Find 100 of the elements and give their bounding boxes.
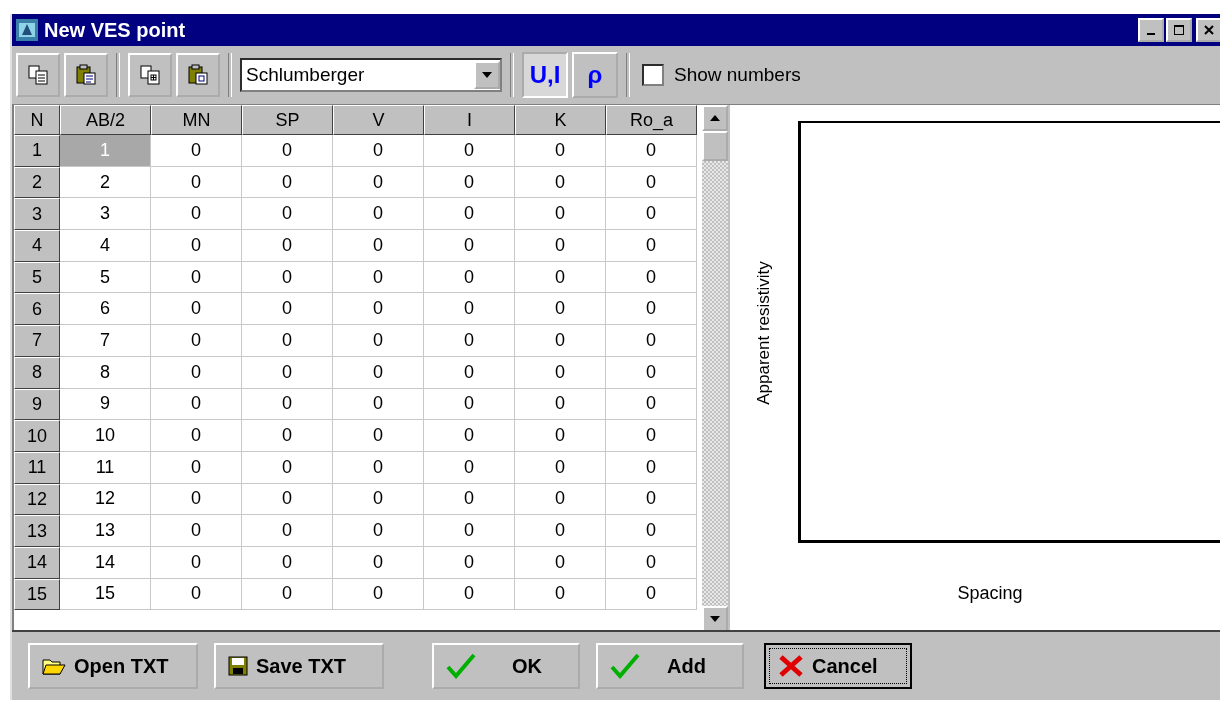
table-cell: 0	[424, 325, 515, 357]
table-cell: 0	[515, 420, 606, 452]
table-cell: 0	[333, 578, 424, 611]
column-header: N	[14, 105, 60, 135]
column-header: MN	[151, 105, 242, 135]
copy-icon	[27, 64, 49, 86]
copy-button[interactable]	[16, 53, 60, 97]
row-header: 13	[14, 515, 60, 547]
table-cell: 0	[424, 166, 515, 199]
row-header: 12	[14, 483, 60, 516]
table-cell: 0	[515, 578, 606, 611]
row-header: 4	[14, 230, 60, 262]
table-cell: 0	[242, 230, 333, 262]
table-cell: 0	[515, 388, 606, 421]
maximize-button[interactable]	[1166, 18, 1192, 42]
paste-table-button[interactable]	[176, 53, 220, 97]
table-cell: 0	[515, 261, 606, 294]
table-cell: 0	[606, 420, 697, 452]
array-type-dropdown[interactable]: Schlumberger	[240, 58, 502, 92]
checkbox-label: Show numbers	[674, 64, 801, 86]
table-cell: 0	[606, 135, 697, 167]
table-cell: 0	[333, 230, 424, 262]
table-cell: 0	[333, 451, 424, 484]
table-cell: 0	[424, 546, 515, 579]
mode-toggle-button[interactable]: ρ	[572, 52, 618, 98]
clipboard-table-icon	[187, 64, 209, 86]
column-header: K	[515, 105, 606, 135]
row-header: 10	[14, 420, 60, 452]
table-cell: 9	[60, 388, 151, 421]
table-cell: 14	[60, 546, 151, 579]
table-cell: 0	[424, 135, 515, 167]
table-cell: 0	[242, 166, 333, 199]
save-button[interactable]: Save TXT	[214, 643, 384, 689]
table-cell: 0	[424, 420, 515, 452]
check-mark-icon	[610, 653, 640, 679]
folder-icon	[42, 656, 66, 676]
dropdown-arrow-icon	[482, 72, 492, 78]
table-cell: 0	[333, 261, 424, 294]
table-cell: 0	[333, 483, 424, 516]
row-header: 3	[14, 198, 60, 231]
table-cell: 0	[606, 230, 697, 262]
table-cell: 13	[60, 515, 151, 547]
table-cell: 0	[151, 293, 242, 326]
app-icon	[16, 19, 38, 41]
table-cell: 0	[333, 293, 424, 326]
table-cell: 0	[606, 198, 697, 231]
table-cell: 0	[242, 325, 333, 357]
table-cell: 0	[333, 388, 424, 421]
clipboard-icon	[75, 64, 97, 86]
table-cell: 0	[606, 388, 697, 421]
scroll-down-icon	[710, 616, 720, 622]
mode-toggle-button[interactable]: U,I	[522, 52, 568, 98]
paste-button[interactable]	[64, 53, 108, 97]
vertical-scrollbar[interactable]	[702, 105, 728, 632]
table-cell: 0	[606, 546, 697, 579]
table-cell: 0	[151, 578, 242, 611]
table-cell: 0	[515, 546, 606, 579]
column-header: V	[333, 105, 424, 135]
table-cell: 0	[333, 166, 424, 199]
row-header: 2	[14, 166, 60, 199]
table-cell: 0	[424, 198, 515, 231]
table-cell: 5	[60, 261, 151, 294]
table-cell: 0	[242, 451, 333, 484]
table-cell: 0	[515, 356, 606, 389]
table-cell: 0	[424, 483, 515, 516]
row-header: 15	[14, 578, 60, 611]
minimize-button[interactable]	[1138, 18, 1164, 42]
table-cell: 0	[242, 198, 333, 231]
ok-button[interactable]: OK	[432, 643, 580, 689]
table-cell: 0	[242, 388, 333, 421]
table-cell: 0	[242, 261, 333, 294]
table-cell: 0	[515, 166, 606, 199]
table-cell: 0	[606, 515, 697, 547]
table-cell: 0	[424, 578, 515, 611]
row-header: 5	[14, 261, 60, 294]
table-cell: 0	[151, 388, 242, 421]
table-cell: 7	[60, 325, 151, 357]
row-header: 7	[14, 325, 60, 357]
close-button[interactable]	[1196, 18, 1220, 42]
open-button[interactable]: Open TXT	[28, 643, 198, 689]
table-cell: 0	[424, 261, 515, 294]
table-cell: 0	[333, 546, 424, 579]
row-header: 8	[14, 356, 60, 389]
cancel-button[interactable]: Cancel	[764, 643, 912, 689]
table-cell: 12	[60, 483, 151, 516]
table-cell: 0	[333, 515, 424, 547]
table-cell: 0	[151, 261, 242, 294]
table-cell: 0	[151, 230, 242, 262]
table-cell: 0	[333, 420, 424, 452]
check-mark-icon	[446, 653, 476, 679]
table-cell: 1	[60, 135, 151, 167]
scroll-thumb[interactable]	[702, 131, 728, 161]
copy-table-button[interactable]	[128, 53, 172, 97]
copy-table-icon	[139, 64, 161, 86]
add-button[interactable]: Add	[596, 643, 744, 689]
y-axis-label: Apparent resistivity	[754, 261, 774, 405]
window-title: New VES point	[44, 18, 187, 42]
table-cell: 0	[242, 546, 333, 579]
table-cell: 0	[515, 325, 606, 357]
checkbox[interactable]	[642, 64, 664, 86]
